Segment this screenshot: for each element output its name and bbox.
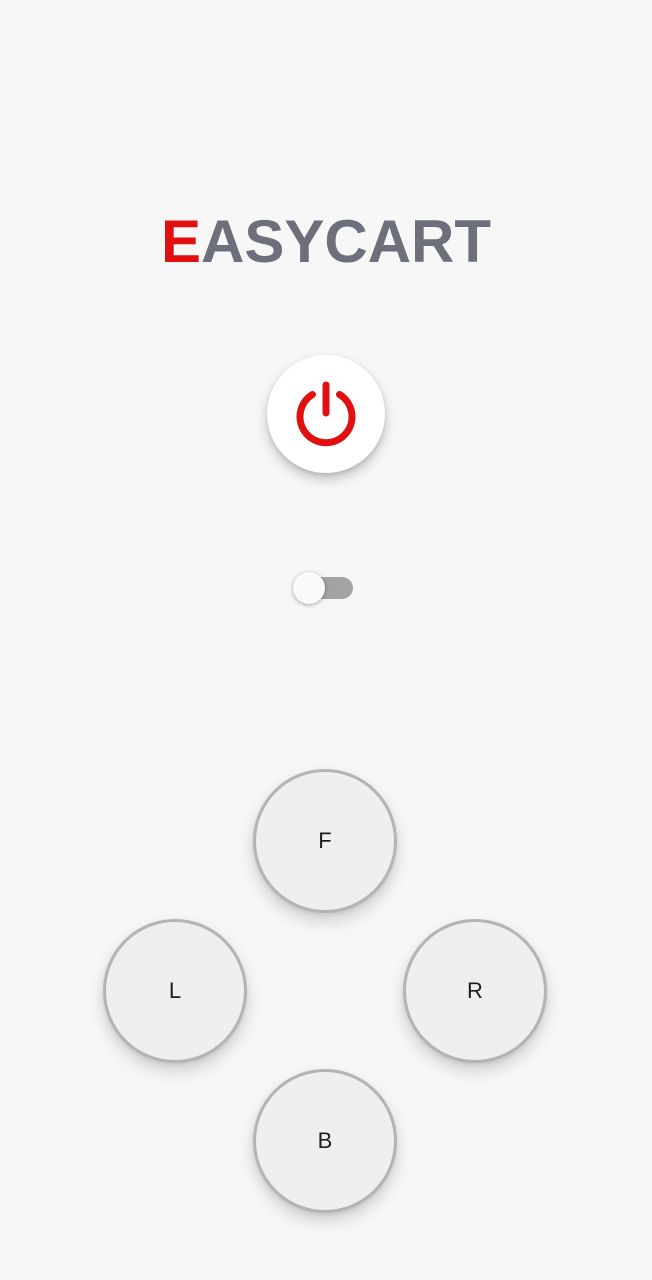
app-logo: EASYCART [0,207,652,277]
left-button[interactable]: L [103,919,247,1063]
logo-first-letter: E [160,208,201,275]
forward-button[interactable]: F [253,769,397,913]
power-button[interactable] [267,355,385,473]
back-button[interactable]: B [253,1069,397,1213]
toggle-thumb [293,572,325,604]
power-icon [296,381,356,447]
mode-toggle-switch[interactable] [293,572,355,604]
right-button[interactable]: R [403,919,547,1063]
logo-rest-text: ASYCART [201,208,492,275]
